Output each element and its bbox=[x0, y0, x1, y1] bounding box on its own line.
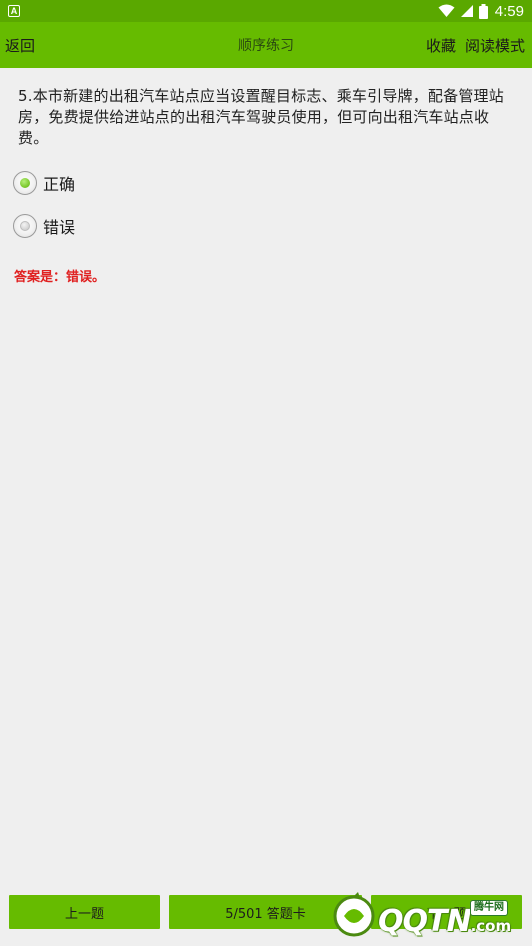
option-wrong[interactable]: 错误 bbox=[13, 212, 75, 240]
wifi-icon bbox=[438, 4, 455, 17]
radio-button-unselected[interactable] bbox=[13, 214, 37, 238]
battery-icon bbox=[478, 3, 488, 19]
answer-text: 答案是：错误。 bbox=[14, 270, 106, 285]
radio-button-selected[interactable] bbox=[13, 171, 37, 195]
toolbar-actions: 收藏 阅读模式 bbox=[426, 22, 525, 68]
favorite-button[interactable]: 收藏 bbox=[426, 35, 456, 56]
option-correct[interactable]: 正确 bbox=[13, 169, 75, 197]
option-label: 正确 bbox=[43, 175, 76, 194]
status-right: 4:59 bbox=[438, 3, 524, 20]
reading-mode-button[interactable]: 阅读模式 bbox=[465, 35, 525, 56]
answer-card-button[interactable]: 5/501 答题卡 bbox=[169, 895, 362, 929]
status-bar: A 4:59 bbox=[0, 0, 532, 22]
next-question-button[interactable]: 下一题 bbox=[371, 895, 522, 929]
back-button[interactable]: 返回 bbox=[5, 22, 35, 68]
signal-icon bbox=[460, 5, 473, 17]
radio-dot-icon bbox=[20, 221, 30, 231]
notification-icon: A bbox=[8, 5, 20, 17]
question-text: 5.本市新建的出租汽车站点应当设置醒目标志、乘车引导牌，配备管理站房，免费提供给… bbox=[18, 87, 504, 147]
status-left: A bbox=[8, 5, 20, 17]
option-label: 错误 bbox=[43, 218, 76, 237]
radio-dot-icon bbox=[20, 178, 30, 188]
toolbar: 返回 顺序练习 收藏 阅读模式 bbox=[0, 22, 532, 68]
status-time: 4:59 bbox=[494, 2, 524, 20]
prev-question-button[interactable]: 上一题 bbox=[9, 895, 160, 929]
